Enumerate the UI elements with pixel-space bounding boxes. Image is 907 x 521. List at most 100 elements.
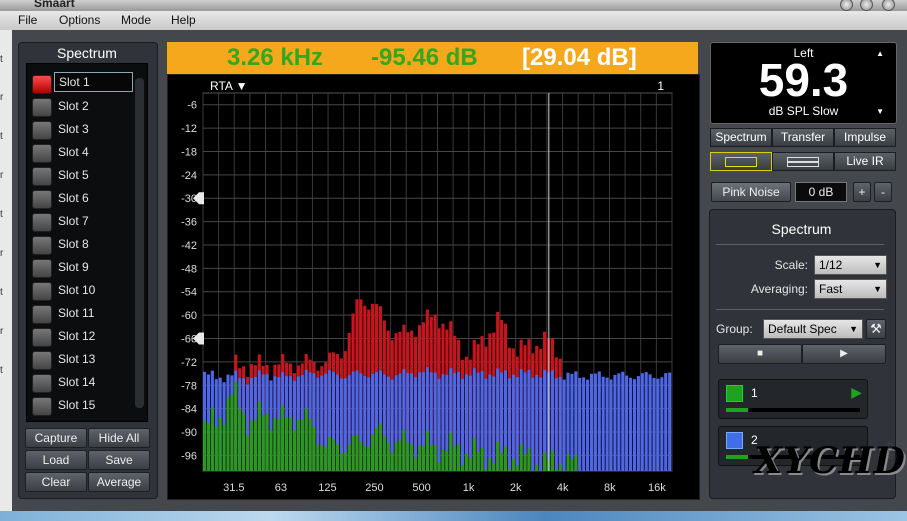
tools-button[interactable]: ⚒ xyxy=(866,319,886,339)
generator-minus-button[interactable]: - xyxy=(874,182,892,202)
tab-spectrum[interactable]: Spectrum xyxy=(710,128,772,147)
chevron-down-icon: ▼ xyxy=(849,324,858,334)
y-tick-label: -24 xyxy=(181,170,197,182)
menu-file[interactable]: File xyxy=(18,13,37,27)
slot-label[interactable]: Slot 15 xyxy=(58,398,95,412)
rta-bar-blue xyxy=(644,372,648,471)
meter-menu-down-icon[interactable]: ▼ xyxy=(876,107,884,116)
y-tick-label: -84 xyxy=(181,404,197,416)
group-dropdown[interactable]: Default Spec ▼ xyxy=(763,319,863,339)
rta-chart[interactable]: -6-12-18-24-30-36-42-48-54-60-66-72-78-8… xyxy=(168,75,699,499)
rta-plot-area[interactable]: -6 -12 -18 -24 -30 -36 -42 -48 -54 -60 -66 -72 -78 -8… xyxy=(167,74,700,500)
slot-toggle[interactable] xyxy=(32,213,52,232)
save-button[interactable]: Save xyxy=(88,450,150,470)
slot-toggle[interactable] xyxy=(32,167,52,186)
slot-toggle[interactable] xyxy=(32,236,52,255)
pink-noise-button[interactable]: Pink Noise xyxy=(711,182,791,202)
menu-help[interactable]: Help xyxy=(171,13,196,27)
y-tick-label: -60 xyxy=(181,310,197,322)
slot-label[interactable]: Slot 6 xyxy=(58,191,89,205)
slot-label[interactable]: Slot 8 xyxy=(58,237,89,251)
rta-bar-green xyxy=(371,434,375,471)
slot-toggle[interactable] xyxy=(32,144,52,163)
meter-menu-up-icon[interactable]: ▲ xyxy=(876,49,884,58)
slot-toggle[interactable] xyxy=(32,259,52,278)
slot-label[interactable]: Slot 5 xyxy=(58,168,89,182)
average-button[interactable]: Average xyxy=(88,472,150,492)
generator-plus-button[interactable]: + xyxy=(853,182,871,202)
slot-toggle[interactable] xyxy=(32,397,52,416)
rta-bar-green xyxy=(292,430,296,471)
rta-bar-green xyxy=(339,453,343,471)
averaging-value: Fast xyxy=(819,282,843,296)
rta-bar-green xyxy=(367,446,371,471)
spl-meter[interactable]: Left 59.3 dB SPL Slow ▲ ▼ xyxy=(710,42,897,124)
close-button[interactable] xyxy=(882,0,895,11)
slot-label[interactable]: Slot 10 xyxy=(58,283,95,297)
clear-button[interactable]: Clear xyxy=(25,472,87,492)
hide-all-button[interactable]: Hide All xyxy=(88,428,150,448)
rta-bar-green xyxy=(226,397,230,471)
slot-label[interactable]: Slot 2 xyxy=(58,99,89,113)
rta-bar-green xyxy=(234,382,238,471)
slot-label[interactable]: Slot 11 xyxy=(58,306,94,320)
slot-toggle[interactable] xyxy=(32,374,52,393)
measurement-2-led[interactable] xyxy=(726,432,743,449)
rta-bar-green xyxy=(206,423,211,471)
slot-label[interactable]: Slot 12 xyxy=(58,329,95,343)
slot-toggle[interactable] xyxy=(32,190,52,209)
rta-bar-green xyxy=(265,413,269,471)
scale-value: 1/12 xyxy=(819,258,843,272)
averaging-label: Averaging: xyxy=(750,282,808,296)
rta-bar-blue xyxy=(531,377,535,471)
play-icon[interactable]: ▶ xyxy=(851,384,862,401)
slot-label[interactable]: Slot 4 xyxy=(58,145,89,159)
scale-label: Scale: xyxy=(774,258,808,272)
slot-toggle[interactable] xyxy=(32,351,52,370)
background-window-edge: t r t r t r t r t xyxy=(0,30,12,511)
capture-button[interactable]: Capture xyxy=(25,428,87,448)
rta-bar-green xyxy=(296,420,300,471)
slot-toggle[interactable] xyxy=(32,282,52,301)
x-tick-label: 8k xyxy=(604,482,616,494)
slot-toggle[interactable] xyxy=(32,121,52,140)
measurement-1-led[interactable] xyxy=(726,385,743,402)
scale-dropdown[interactable]: 1/12 ▼ xyxy=(814,255,887,275)
tab-transfer[interactable]: Transfer xyxy=(772,128,834,147)
watermark-domain: com xyxy=(885,442,896,460)
slot-list-scrollbar[interactable] xyxy=(135,78,144,408)
stop-button[interactable]: ■ xyxy=(718,344,802,364)
maximize-button[interactable] xyxy=(860,0,873,11)
slot-label[interactable]: Slot 3 xyxy=(58,122,89,136)
slot-toggle[interactable] xyxy=(32,75,52,94)
divider xyxy=(716,244,884,245)
slot-label[interactable]: Slot 14 xyxy=(58,375,95,389)
slot-toggle[interactable] xyxy=(32,305,52,324)
rta-bar-green xyxy=(343,451,347,471)
rta-bar-blue xyxy=(652,377,656,471)
slot-toggle[interactable] xyxy=(32,328,52,347)
load-button[interactable]: Load xyxy=(25,450,87,470)
live-ir-button[interactable]: Live IR xyxy=(834,152,896,171)
menu-options[interactable]: Options xyxy=(59,13,100,27)
slot-label[interactable]: Slot 13 xyxy=(58,352,95,366)
x-tick-label: 2k xyxy=(510,482,522,494)
slot-label[interactable]: Slot 7 xyxy=(58,214,89,228)
measurement-1[interactable]: 1 ▶ xyxy=(718,379,868,419)
measurement-1-name: 1 xyxy=(751,386,758,400)
averaging-dropdown[interactable]: Fast ▼ xyxy=(814,279,887,299)
start-button[interactable]: ▶ xyxy=(802,344,886,364)
minimize-button[interactable] xyxy=(840,0,853,11)
tab-impulse[interactable]: Impulse xyxy=(834,128,896,147)
y-tick-label: -42 xyxy=(181,240,197,252)
single-view-button[interactable] xyxy=(710,152,772,171)
slot-label[interactable]: Slot 1 xyxy=(54,72,133,92)
rta-mode-label[interactable]: RTA ▼ xyxy=(210,79,247,93)
rta-bar-green xyxy=(249,420,254,471)
generator-level-field[interactable]: 0 dB xyxy=(795,182,847,202)
slot-label[interactable]: Slot 9 xyxy=(58,260,89,274)
split-view-button[interactable] xyxy=(772,152,834,171)
slot-toggle[interactable] xyxy=(32,98,52,117)
menu-mode[interactable]: Mode xyxy=(121,13,151,27)
rta-bar-green xyxy=(515,465,519,471)
